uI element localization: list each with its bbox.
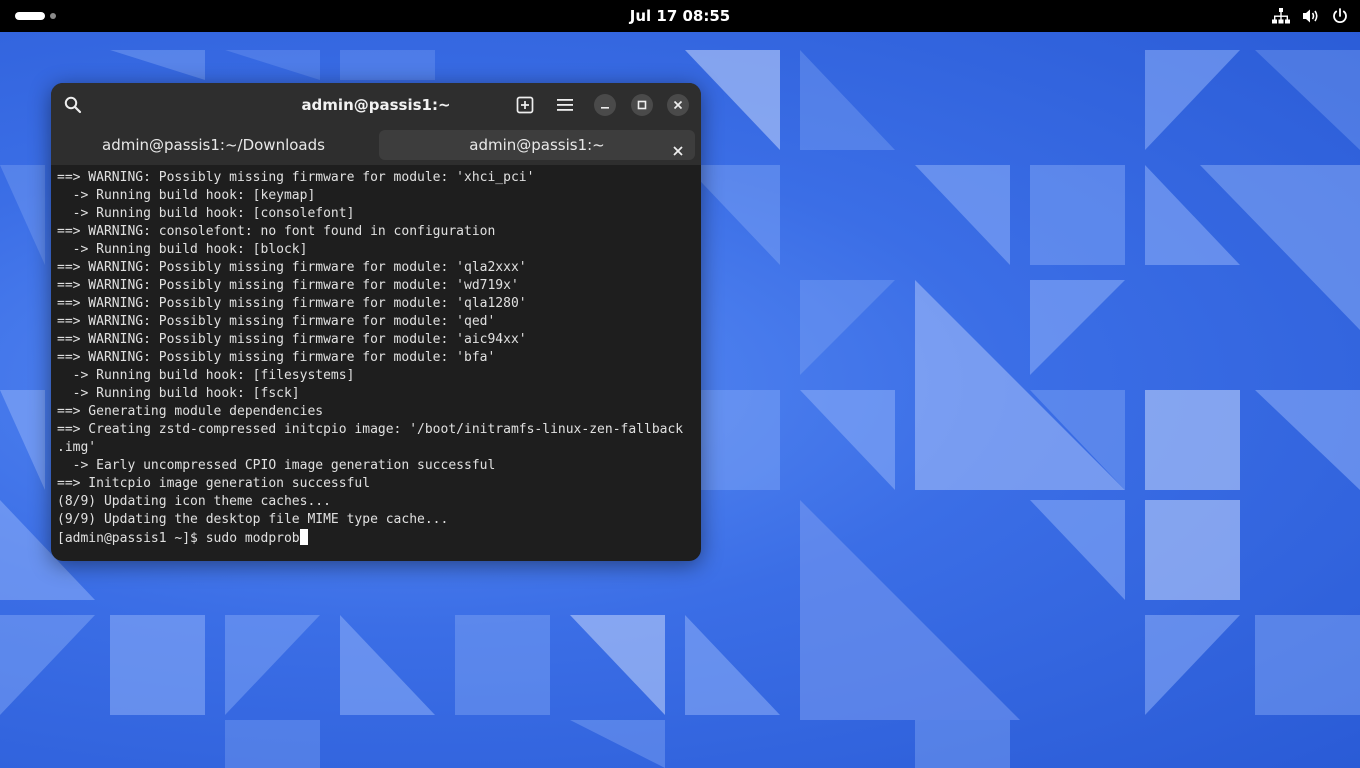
tab-home[interactable]: admin@passis1:~	[379, 130, 695, 160]
output-line: ==> WARNING: Possibly missing firmware f…	[57, 350, 496, 365]
search-button[interactable]	[61, 93, 85, 117]
output-line: ==> WARNING: Possibly missing firmware f…	[57, 296, 527, 311]
output-line: -> Running build hook: [keymap]	[57, 188, 316, 203]
minimize-icon	[601, 107, 609, 109]
output-line: ==> Generating module dependencies	[57, 404, 324, 419]
output-line: ==> WARNING: Possibly missing firmware f…	[57, 278, 519, 293]
prompt-line[interactable]: [admin@passis1 ~]$ sudo modprob	[57, 529, 699, 548]
output-line: -> Running build hook: [filesystems]	[57, 368, 355, 383]
maximize-button[interactable]	[631, 94, 653, 116]
output-line: ==> WARNING: Possibly missing firmware f…	[57, 332, 527, 347]
output-line: -> Running build hook: [fsck]	[57, 386, 300, 401]
hamburger-menu-icon	[557, 99, 573, 111]
text-cursor	[299, 529, 308, 545]
command-input[interactable]: sudo modprob	[206, 531, 300, 546]
terminal-window[interactable]: admin@passis1:~ admin@passis1:~/Download…	[51, 83, 701, 561]
output-line: -> Running build hook: [block]	[57, 242, 308, 257]
top-bar: Jul 17 08:55	[0, 0, 1360, 32]
tab-label: admin@passis1:~	[469, 136, 605, 154]
network-icon[interactable]	[1272, 8, 1290, 24]
output-line: ==> Creating zstd-compressed initcpio im…	[57, 422, 684, 437]
output-line: -> Running build hook: [consolefont]	[57, 206, 355, 221]
output-line: ==> WARNING: consolefont: no font found …	[57, 224, 496, 239]
maximize-icon	[637, 100, 647, 110]
clock[interactable]: Jul 17 08:55	[630, 7, 730, 25]
output-line: (9/9) Updating the desktop file MIME typ…	[57, 512, 449, 527]
power-icon[interactable]	[1332, 8, 1348, 24]
close-button[interactable]	[667, 94, 689, 116]
activities-button[interactable]	[15, 12, 45, 20]
output-line: -> Early uncompressed CPIO image generat…	[57, 458, 496, 473]
new-tab-icon	[516, 96, 534, 114]
tab-label: admin@passis1:~/Downloads	[102, 136, 325, 154]
terminal-output[interactable]: ==> WARNING: Possibly missing firmware f…	[57, 169, 699, 559]
workspace-indicator[interactable]	[50, 13, 56, 19]
output-line: ==> Initcpio image generation successful	[57, 476, 371, 491]
minimize-button[interactable]	[594, 94, 616, 116]
output-line: (8/9) Updating icon theme caches...	[57, 494, 331, 509]
output-line: ==> WARNING: Possibly missing firmware f…	[57, 260, 527, 275]
output-line: .img'	[57, 440, 97, 455]
tab-bar: admin@passis1:~/Downloads admin@passis1:…	[51, 127, 701, 165]
search-icon	[64, 96, 82, 114]
volume-icon[interactable]	[1302, 8, 1320, 24]
shell-prompt: [admin@passis1 ~]$	[57, 531, 206, 546]
tab-downloads[interactable]: admin@passis1:~/Downloads	[57, 130, 370, 160]
new-tab-button[interactable]	[513, 93, 537, 117]
output-line: ==> WARNING: Possibly missing firmware f…	[57, 170, 535, 185]
close-icon	[673, 100, 683, 110]
tab-close-icon[interactable]	[671, 138, 685, 156]
system-tray[interactable]	[1272, 0, 1348, 32]
main-menu-button[interactable]	[553, 93, 577, 117]
output-line: ==> WARNING: Possibly missing firmware f…	[57, 314, 496, 329]
terminal-header-bar[interactable]: admin@passis1:~	[51, 83, 701, 127]
